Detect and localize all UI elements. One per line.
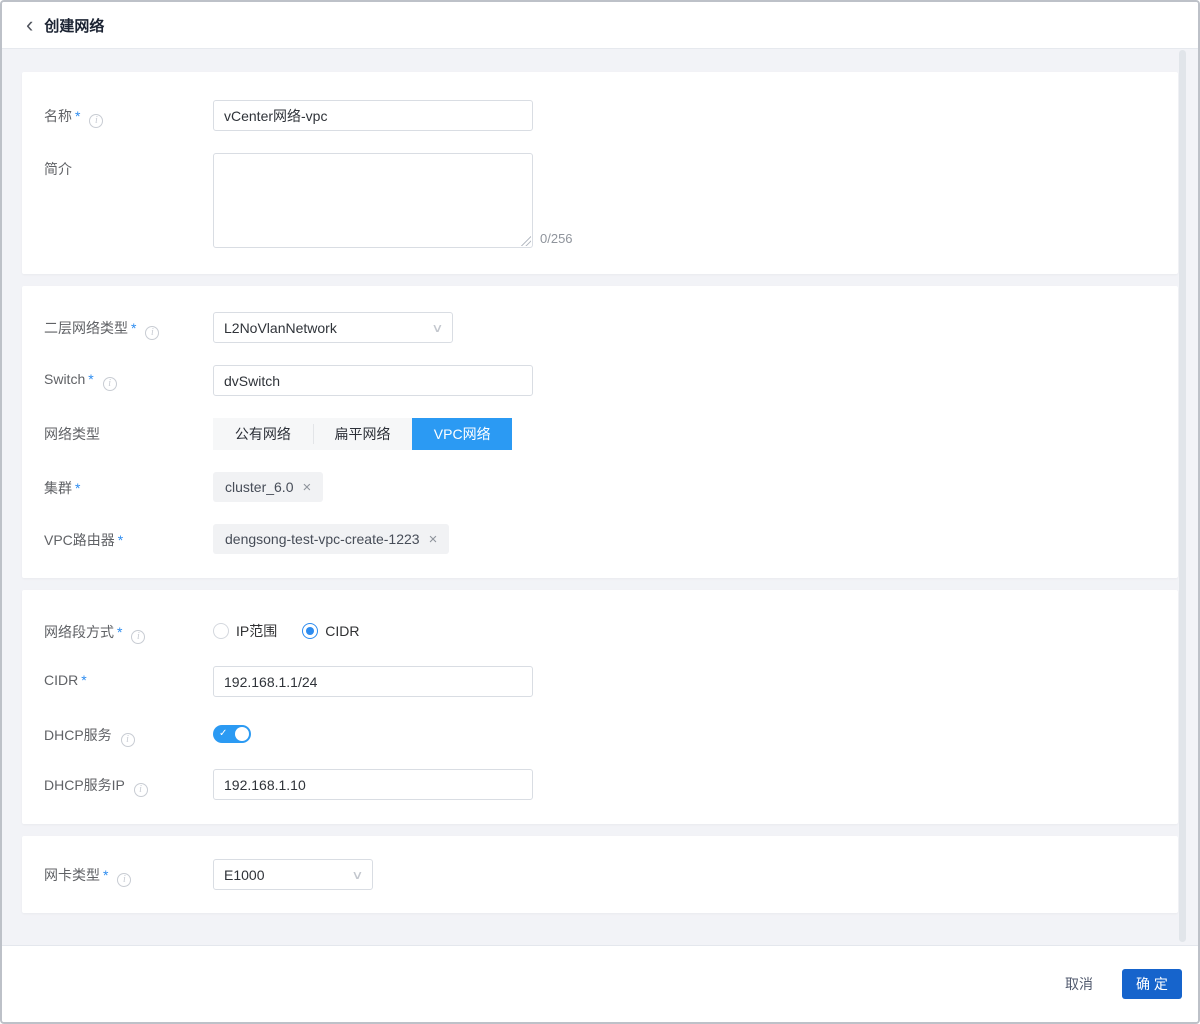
dhcp-toggle[interactable]: ✓ [213, 725, 251, 743]
page-header: ‹ 创建网络 [2, 2, 1198, 49]
card-basic-info: 名称* i 简介 0/256 [22, 72, 1178, 274]
card-network-config: 二层网络类型* i L2NoVlanNetwork ∨ Switch* i [22, 286, 1178, 578]
card-nic-type: 网卡类型* i E1000 ∨ [22, 836, 1178, 913]
nic-type-select[interactable]: E1000 ∨ [213, 859, 373, 890]
segment-mode-radio-group: IP范围 CIDR [213, 616, 1154, 641]
info-icon[interactable]: i [121, 733, 135, 747]
nic-type-value: E1000 [224, 867, 264, 883]
radio-unchecked-icon [213, 623, 229, 639]
cluster-tag-text: cluster_6.0 [225, 479, 293, 495]
vpc-router-tag-text: dengsong-test-vpc-create-1223 [225, 531, 420, 547]
page-title: 创建网络 [44, 15, 104, 36]
info-icon[interactable]: i [145, 326, 159, 340]
network-type-option-vpc[interactable]: VPC网络 [412, 418, 512, 450]
form-row-cidr: CIDR* [44, 666, 1154, 697]
switch-label: Switch* i [44, 365, 213, 396]
name-label: 名称* i [44, 100, 213, 131]
form-row-network-type: 网络类型 公有网络 扁平网络 VPC网络 [44, 418, 1154, 450]
radio-ip-range[interactable]: IP范围 [213, 621, 277, 641]
vertical-scrollbar[interactable] [1179, 50, 1186, 942]
network-type-option-public[interactable]: 公有网络 [213, 418, 313, 450]
confirm-button[interactable]: 确 定 [1122, 969, 1182, 999]
label-text: 网络段方式 [44, 624, 114, 640]
cidr-input[interactable] [213, 666, 533, 697]
cluster-label: 集群* [44, 472, 213, 502]
chevron-down-icon: ∨ [351, 868, 363, 882]
label-text: CIDR [44, 672, 78, 688]
segment-mode-label: 网络段方式* i [44, 616, 213, 644]
description-label: 简介 [44, 153, 213, 248]
required-asterisk: * [81, 672, 86, 688]
footer-action-bar: 取消 确 定 [2, 945, 1198, 1022]
chevron-down-icon: ∨ [431, 321, 443, 335]
form-row-segment-mode: 网络段方式* i IP范围 CIDR [44, 616, 1154, 644]
required-asterisk: * [117, 624, 122, 640]
l2-type-value: L2NoVlanNetwork [224, 320, 337, 336]
l2-type-select[interactable]: L2NoVlanNetwork ∨ [213, 312, 453, 343]
label-text: 名称 [44, 108, 72, 124]
dhcp-ip-input[interactable] [213, 769, 533, 800]
label-text: 集群 [44, 480, 72, 496]
required-asterisk: * [75, 480, 80, 496]
form-row-description: 简介 0/256 [44, 153, 1154, 248]
char-counter: 0/256 [540, 231, 573, 248]
info-icon[interactable]: i [134, 783, 148, 797]
label-text: 网络类型 [44, 426, 100, 442]
network-type-label: 网络类型 [44, 418, 213, 450]
switch-input[interactable] [213, 365, 533, 396]
label-text: 简介 [44, 161, 72, 177]
vpc-router-label: VPC路由器* [44, 524, 213, 554]
cidr-label: CIDR* [44, 666, 213, 697]
radio-label: IP范围 [236, 621, 277, 641]
card-segment-config: 网络段方式* i IP范围 CIDR [22, 590, 1178, 824]
form-row-switch: Switch* i [44, 365, 1154, 396]
dhcp-label: DHCP服务 i [44, 719, 213, 747]
required-asterisk: * [75, 108, 80, 124]
label-text: 二层网络类型 [44, 320, 128, 336]
required-asterisk: * [103, 867, 108, 883]
form-row-vpc-router: VPC路由器* dengsong-test-vpc-create-1223 × [44, 524, 1154, 554]
nic-type-label: 网卡类型* i [44, 859, 213, 890]
label-text: VPC路由器 [44, 532, 115, 548]
form-row-name: 名称* i [44, 100, 1154, 131]
close-icon[interactable]: × [429, 532, 438, 547]
dhcp-ip-label: DHCP服务IP i [44, 769, 213, 800]
radio-cidr[interactable]: CIDR [302, 623, 359, 639]
info-icon[interactable]: i [103, 377, 117, 391]
cluster-tag[interactable]: cluster_6.0 × [213, 472, 323, 502]
info-icon[interactable]: i [117, 873, 131, 887]
vpc-router-tag[interactable]: dengsong-test-vpc-create-1223 × [213, 524, 449, 554]
form-row-l2-type: 二层网络类型* i L2NoVlanNetwork ∨ [44, 312, 1154, 343]
required-asterisk: * [131, 320, 136, 336]
create-network-page: ‹ 创建网络 名称* i 简介 [0, 0, 1200, 1024]
info-icon[interactable]: i [131, 630, 145, 644]
info-icon[interactable]: i [89, 114, 103, 128]
network-type-option-flat[interactable]: 扁平网络 [313, 418, 413, 450]
required-asterisk: * [88, 371, 93, 387]
description-textarea[interactable] [213, 153, 533, 248]
form-row-nic-type: 网卡类型* i E1000 ∨ [44, 859, 1154, 890]
label-text: DHCP服务 [44, 727, 112, 743]
name-input[interactable] [213, 100, 533, 131]
form-content: 名称* i 简介 0/256 [2, 49, 1198, 945]
label-text: 网卡类型 [44, 867, 100, 883]
form-row-cluster: 集群* cluster_6.0 × [44, 472, 1154, 502]
radio-label: CIDR [325, 623, 359, 639]
radio-checked-icon [302, 623, 318, 639]
form-row-dhcp: DHCP服务 i ✓ [44, 719, 1154, 747]
form-row-dhcp-ip: DHCP服务IP i [44, 769, 1154, 800]
l2-type-label: 二层网络类型* i [44, 312, 213, 343]
label-text: Switch [44, 371, 85, 387]
label-text: DHCP服务IP [44, 777, 125, 793]
check-icon: ✓ [219, 727, 227, 741]
required-asterisk: * [118, 532, 123, 548]
cancel-button[interactable]: 取消 [1065, 974, 1093, 994]
toggle-knob [235, 727, 249, 741]
back-icon[interactable]: ‹ [26, 15, 33, 35]
network-type-segmented-control: 公有网络 扁平网络 VPC网络 [213, 418, 512, 450]
close-icon[interactable]: × [302, 480, 311, 495]
